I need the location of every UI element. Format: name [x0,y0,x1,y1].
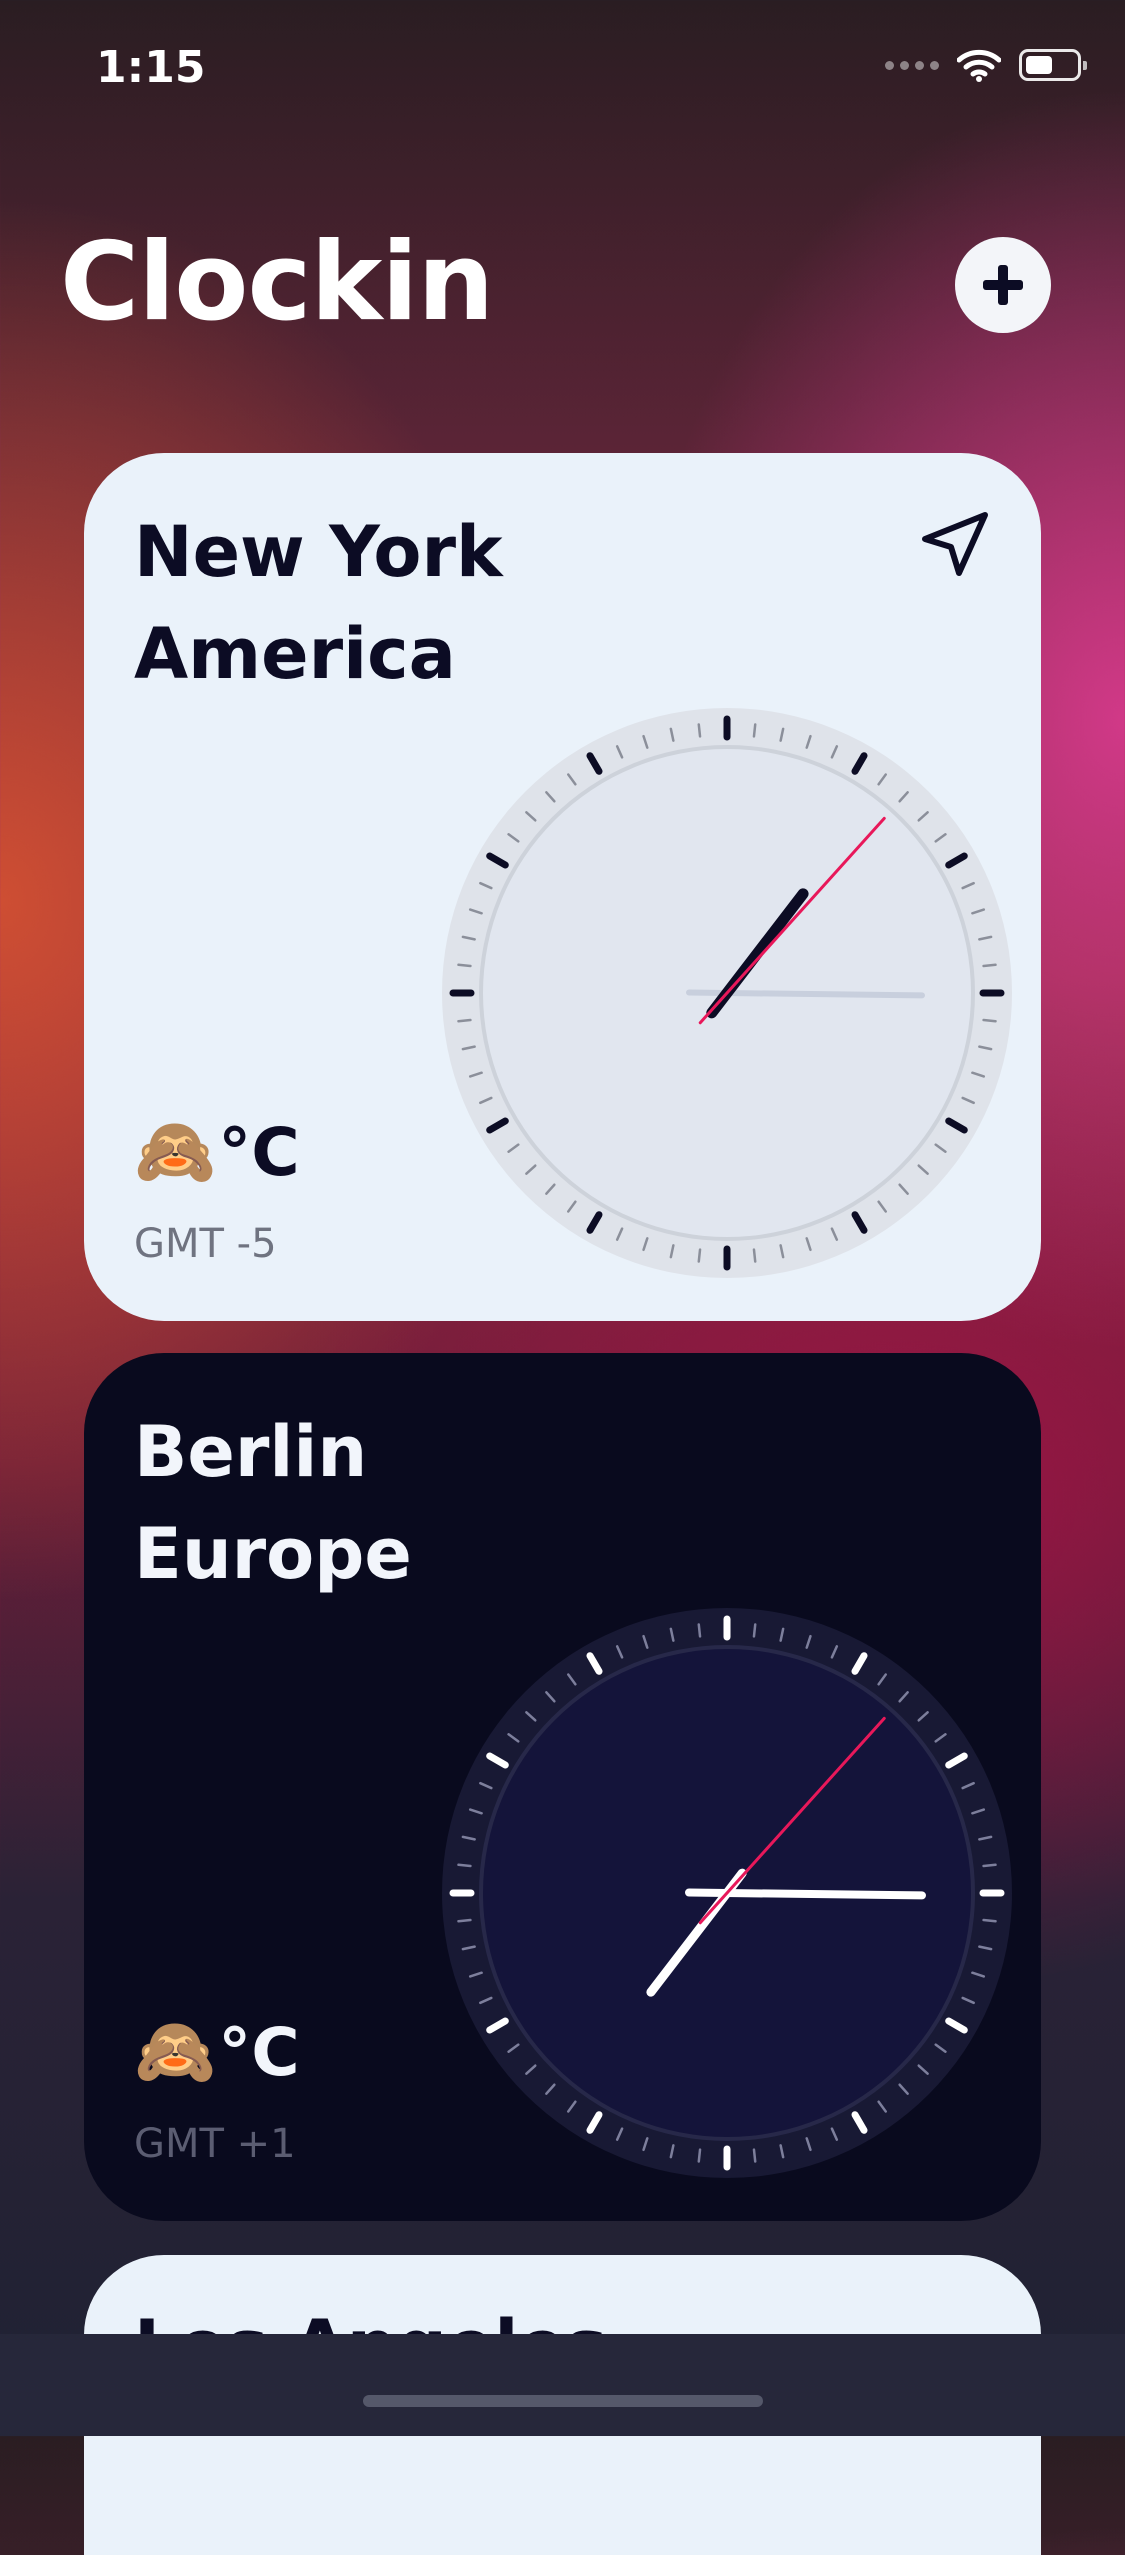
region-label: America [134,613,456,695]
minute-tick [457,963,472,968]
weather-emoji: 🙈 [134,1113,217,1190]
city-name: New York America [134,501,503,705]
signal-icon [885,60,939,70]
status-bar: 1:15 [0,0,1125,140]
weather-display: 🙈 °C [134,2013,300,2091]
gmt-offset: GMT -5 [134,1221,277,1267]
weather-emoji: 🙈 [134,2013,217,2090]
minute-tick [752,1623,757,1638]
analog-clock [442,1608,1012,2178]
minute-tick [457,1918,472,1923]
minute-tick [752,723,757,738]
city-label: Berlin [134,1411,368,1493]
minute-tick [697,723,702,738]
add-city-button[interactable] [955,237,1051,333]
city-card-berlin[interactable]: Berlin Europe 🙈 °C GMT +1 [84,1353,1041,2221]
minute-tick [697,1623,702,1638]
minute-tick [752,2148,757,2163]
region-label: Europe [134,1513,412,1595]
city-name: Berlin Europe [134,1401,412,1605]
minute-tick [752,1248,757,1263]
status-icons [885,48,1087,82]
location-button[interactable] [919,509,991,581]
battery-icon [1019,49,1087,81]
minute-tick [457,1863,472,1868]
analog-clock [442,708,1012,1278]
home-indicator[interactable] [363,2395,763,2407]
minute-tick [982,963,997,968]
temperature-unit: °C [218,1113,300,1191]
location-arrow-icon [922,512,988,576]
minute-tick [697,2148,702,2163]
city-label: New York [134,511,503,593]
wifi-icon [957,49,1001,82]
minute-tick [697,1248,702,1263]
app-title: Clockin [60,220,494,345]
minute-tick [982,1863,997,1868]
minute-tick [982,1018,997,1023]
weather-display: 🙈 °C [134,1113,300,1191]
gmt-offset: GMT +1 [134,2121,296,2167]
plus-icon [983,265,1023,305]
minute-tick [982,1918,997,1923]
bottom-bar [0,2334,1125,2436]
status-time: 1:15 [96,42,206,93]
temperature-unit: °C [218,2013,300,2091]
city-card-new-york[interactable]: New York America 🙈 °C GMT -5 [84,453,1041,1321]
minute-tick [457,1018,472,1023]
